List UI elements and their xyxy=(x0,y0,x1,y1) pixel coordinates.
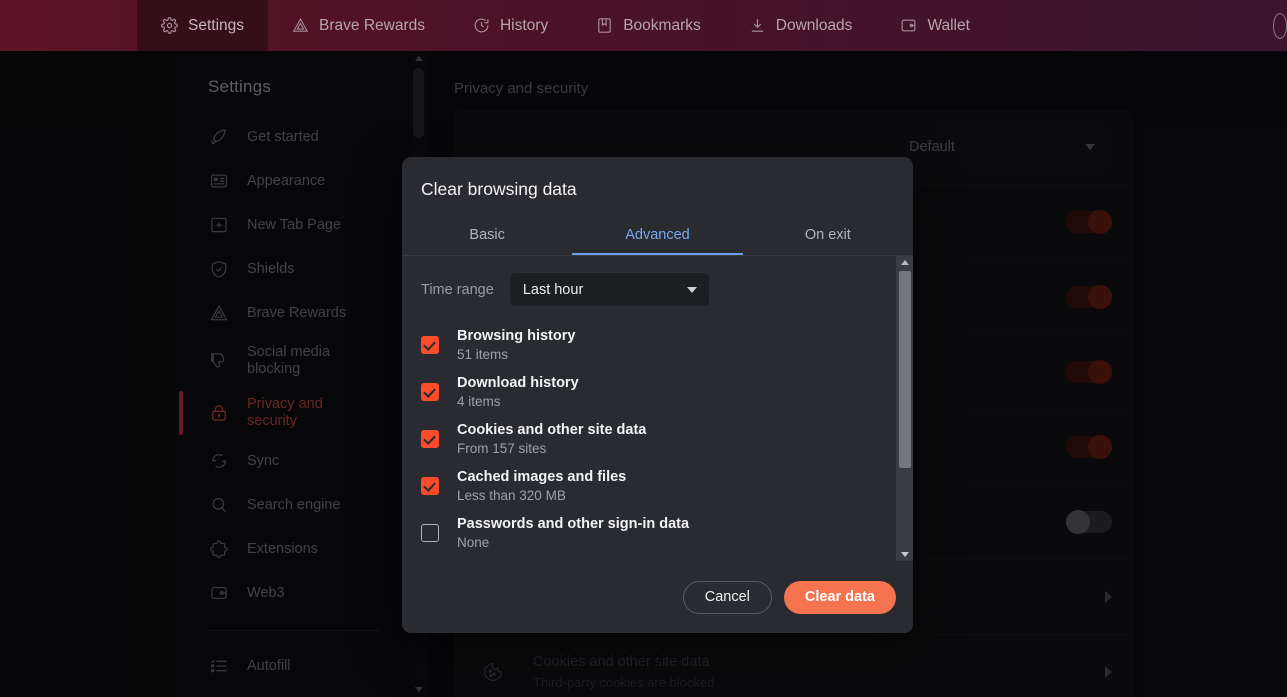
dialog-footer: Cancel Clear data xyxy=(402,561,913,633)
option-download-history[interactable]: Download history 4 items xyxy=(402,367,896,414)
tab-strip-left-region xyxy=(0,0,137,51)
dialog-scroll-down-arrow-icon[interactable] xyxy=(896,548,913,561)
option-browsing-history[interactable]: Browsing history 51 items xyxy=(402,320,896,367)
checkbox-checked-icon[interactable] xyxy=(421,477,439,495)
checkbox-checked-icon[interactable] xyxy=(421,383,439,401)
time-range-select[interactable]: Last hour xyxy=(509,273,709,306)
tab-history-label: History xyxy=(499,16,549,34)
profile-button[interactable] xyxy=(1267,0,1287,51)
option-autofill-form-data[interactable]: Autofill form data xyxy=(402,555,896,561)
option-label: Cookies and other site data xyxy=(457,422,647,438)
option-detail: Less than 320 MB xyxy=(457,488,566,503)
time-range-label: Time range xyxy=(421,281,494,298)
tab-advanced-label: Advanced xyxy=(625,227,690,243)
wallet-icon xyxy=(900,17,917,34)
tab-on-exit-label: On exit xyxy=(804,227,851,243)
tab-settings[interactable]: Settings xyxy=(137,0,269,51)
dialog-options-list: Time range Last hour Browsing history 51… xyxy=(402,256,896,561)
tab-history[interactable]: History xyxy=(449,0,572,51)
option-passwords-and-other-sign-in-data[interactable]: Passwords and other sign-in data None xyxy=(402,508,896,555)
tab-brave-rewards[interactable]: Brave Rewards xyxy=(268,0,449,51)
option-cookies-and-other-site-data[interactable]: Cookies and other site data From 157 sit… xyxy=(402,414,896,461)
tab-basic[interactable]: Basic xyxy=(402,216,572,255)
dialog-scroll-up-arrow-icon[interactable] xyxy=(896,256,913,269)
triangle-icon xyxy=(292,17,309,34)
time-range-value: Last hour xyxy=(522,281,584,298)
book-icon xyxy=(596,17,613,34)
dialog-title: Clear browsing data xyxy=(421,179,577,199)
checkbox-checked-icon[interactable] xyxy=(421,336,439,354)
option-label: Passwords and other sign-in data xyxy=(457,516,690,532)
dialog-scrollbar-thumb[interactable] xyxy=(899,271,911,468)
tab-downloads-label: Downloads xyxy=(775,16,853,34)
dialog-scrollbar[interactable] xyxy=(896,256,913,561)
browser-window: Settings Brave Rewards History Bookmarks… xyxy=(0,0,1287,697)
page-body: Settings Get started xyxy=(0,51,1287,697)
tab-bookmarks-label: Bookmarks xyxy=(623,16,701,34)
option-label: Cached images and files xyxy=(457,469,627,485)
option-detail: None xyxy=(457,535,490,550)
time-range-field: Time range Last hour xyxy=(402,273,896,306)
dialog-scroll-region: Time range Last hour Browsing history 51… xyxy=(402,256,913,561)
browser-tab-strip: Settings Brave Rewards History Bookmarks… xyxy=(0,0,1287,51)
cancel-button[interactable]: Cancel xyxy=(682,580,772,614)
dialog-tablist: Basic Advanced On exit xyxy=(402,216,913,256)
checkbox-unchecked-icon[interactable] xyxy=(421,524,439,542)
tab-bookmarks[interactable]: Bookmarks xyxy=(572,0,725,51)
tab-downloads[interactable]: Downloads xyxy=(725,0,877,51)
chevron-down-icon xyxy=(686,286,697,293)
clear-data-button[interactable]: Clear data xyxy=(783,580,896,614)
tab-brave-rewards-label: Brave Rewards xyxy=(319,16,425,34)
option-detail: From 157 sites xyxy=(457,441,547,456)
tab-on-exit[interactable]: On exit xyxy=(743,216,913,255)
option-cached-images-and-files[interactable]: Cached images and files Less than 320 MB xyxy=(402,461,896,508)
option-detail: 51 items xyxy=(457,347,509,362)
gear-icon xyxy=(161,17,178,34)
tab-advanced[interactable]: Advanced xyxy=(572,216,742,255)
option-label: Browsing history xyxy=(457,328,576,344)
tab-settings-label: Settings xyxy=(188,16,245,34)
tab-wallet[interactable]: Wallet xyxy=(876,0,994,51)
clear-browsing-data-dialog: Clear browsing data Basic Advanced On ex… xyxy=(402,157,913,633)
option-label: Download history xyxy=(457,375,579,391)
profile-circle-icon xyxy=(1273,12,1287,39)
tab-wallet-label: Wallet xyxy=(927,16,970,34)
tab-basic-label: Basic xyxy=(469,227,505,243)
download-icon xyxy=(749,17,766,34)
option-detail: 4 items xyxy=(457,394,501,409)
clock-icon xyxy=(473,17,490,34)
checkbox-checked-icon[interactable] xyxy=(421,430,439,448)
